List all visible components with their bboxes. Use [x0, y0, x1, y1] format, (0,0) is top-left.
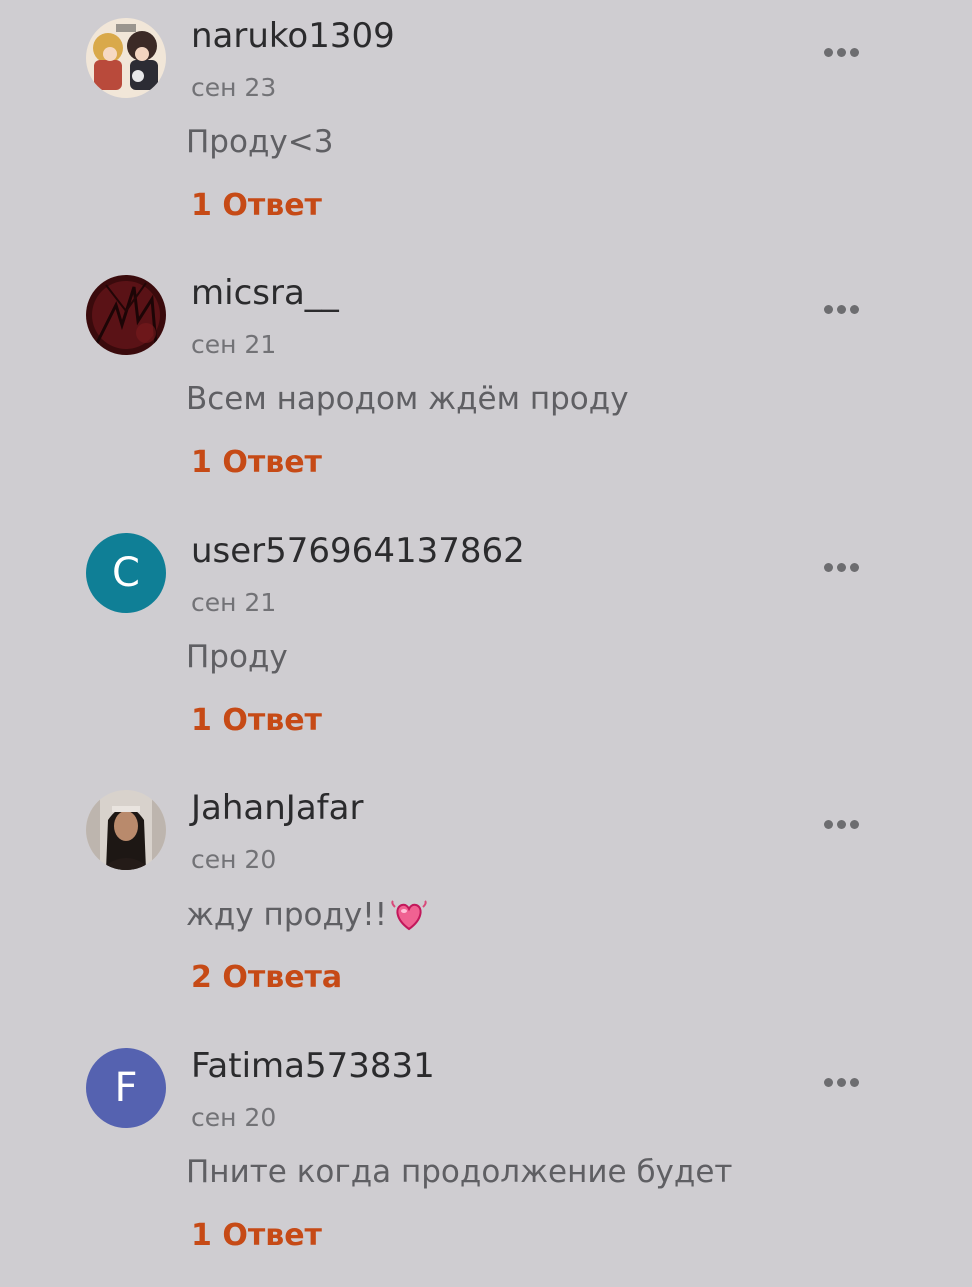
user-avatar[interactable]: [86, 18, 166, 98]
replies-link[interactable]: 1 Ответ: [191, 1215, 322, 1257]
comment-list: naruko1309 сен 23 Проду<3 1 Ответ micsra…: [0, 0, 972, 1280]
comment-item: JahanJafar сен 20 жду проду!! 2 Ответа: [0, 772, 972, 1029]
user-avatar[interactable]: [86, 275, 166, 355]
photo-avatar-icon: [86, 790, 166, 870]
comment-date: сен 23: [191, 73, 277, 102]
more-options-dot: [836, 562, 846, 572]
more-options-dot: [849, 562, 859, 572]
more-options-icon: [823, 47, 833, 57]
more-options-icon: [823, 1077, 833, 1087]
more-options-button[interactable]: [815, 30, 867, 74]
comment-date: сен 21: [191, 588, 277, 617]
comment-username[interactable]: Fatima573831: [191, 1044, 435, 1088]
more-options-button[interactable]: [815, 287, 867, 331]
avatar-letter: C: [112, 550, 140, 596]
more-options-button[interactable]: [815, 1060, 867, 1104]
comment-item: micsra__ сен 21 Всем народом ждём проду …: [0, 257, 972, 514]
more-options-dot: [849, 819, 859, 829]
more-options-dot: [836, 819, 846, 829]
user-avatar[interactable]: F: [86, 1048, 166, 1128]
comment-item: F Fatima573831 сен 20 Пните когда продол…: [0, 1030, 972, 1287]
more-options-icon: [823, 304, 833, 314]
comment-item: naruko1309 сен 23 Проду<3 1 Ответ: [0, 0, 972, 257]
comment-date: сен 20: [191, 845, 277, 874]
replies-link[interactable]: 1 Ответ: [191, 700, 322, 742]
more-options-dot: [849, 47, 859, 57]
comment-text: Пните когда продолжение будет: [186, 1154, 733, 1190]
user-avatar[interactable]: C: [86, 533, 166, 613]
heart-icon: [387, 893, 431, 935]
comment-text: Проду<3: [186, 124, 334, 160]
comment-username[interactable]: JahanJafar: [191, 786, 363, 830]
more-options-dot: [836, 47, 846, 57]
more-options-dot: [836, 1077, 846, 1087]
user-avatar[interactable]: [86, 790, 166, 870]
more-options-button[interactable]: [815, 545, 867, 589]
comment-item: C user576964137862 сен 21 Проду 1 Ответ: [0, 515, 972, 772]
comment-text: Всем народом ждём проду: [186, 381, 629, 417]
comment-username[interactable]: naruko1309: [191, 14, 395, 58]
comment-text-content: жду проду!!: [186, 897, 388, 933]
more-options-button[interactable]: [815, 802, 867, 846]
comment-text: жду проду!!: [186, 893, 431, 936]
comment-username[interactable]: micsra__: [191, 271, 339, 315]
replies-link[interactable]: 1 Ответ: [191, 442, 322, 484]
more-options-dot: [849, 1077, 859, 1087]
replies-link[interactable]: 2 Ответа: [191, 957, 342, 999]
more-options-icon: [823, 562, 833, 572]
replies-link[interactable]: 1 Ответ: [191, 185, 322, 227]
more-options-dot: [849, 304, 859, 314]
avatar-letter: F: [114, 1065, 138, 1111]
more-options-dot: [836, 304, 846, 314]
anime-avatar-icon: [86, 18, 166, 98]
comment-username[interactable]: user576964137862: [191, 529, 525, 573]
comment-date: сен 21: [191, 330, 277, 359]
comment-date: сен 20: [191, 1103, 277, 1132]
more-options-icon: [823, 819, 833, 829]
comment-text: Проду: [186, 639, 288, 675]
dark-red-avatar-icon: [86, 275, 166, 355]
